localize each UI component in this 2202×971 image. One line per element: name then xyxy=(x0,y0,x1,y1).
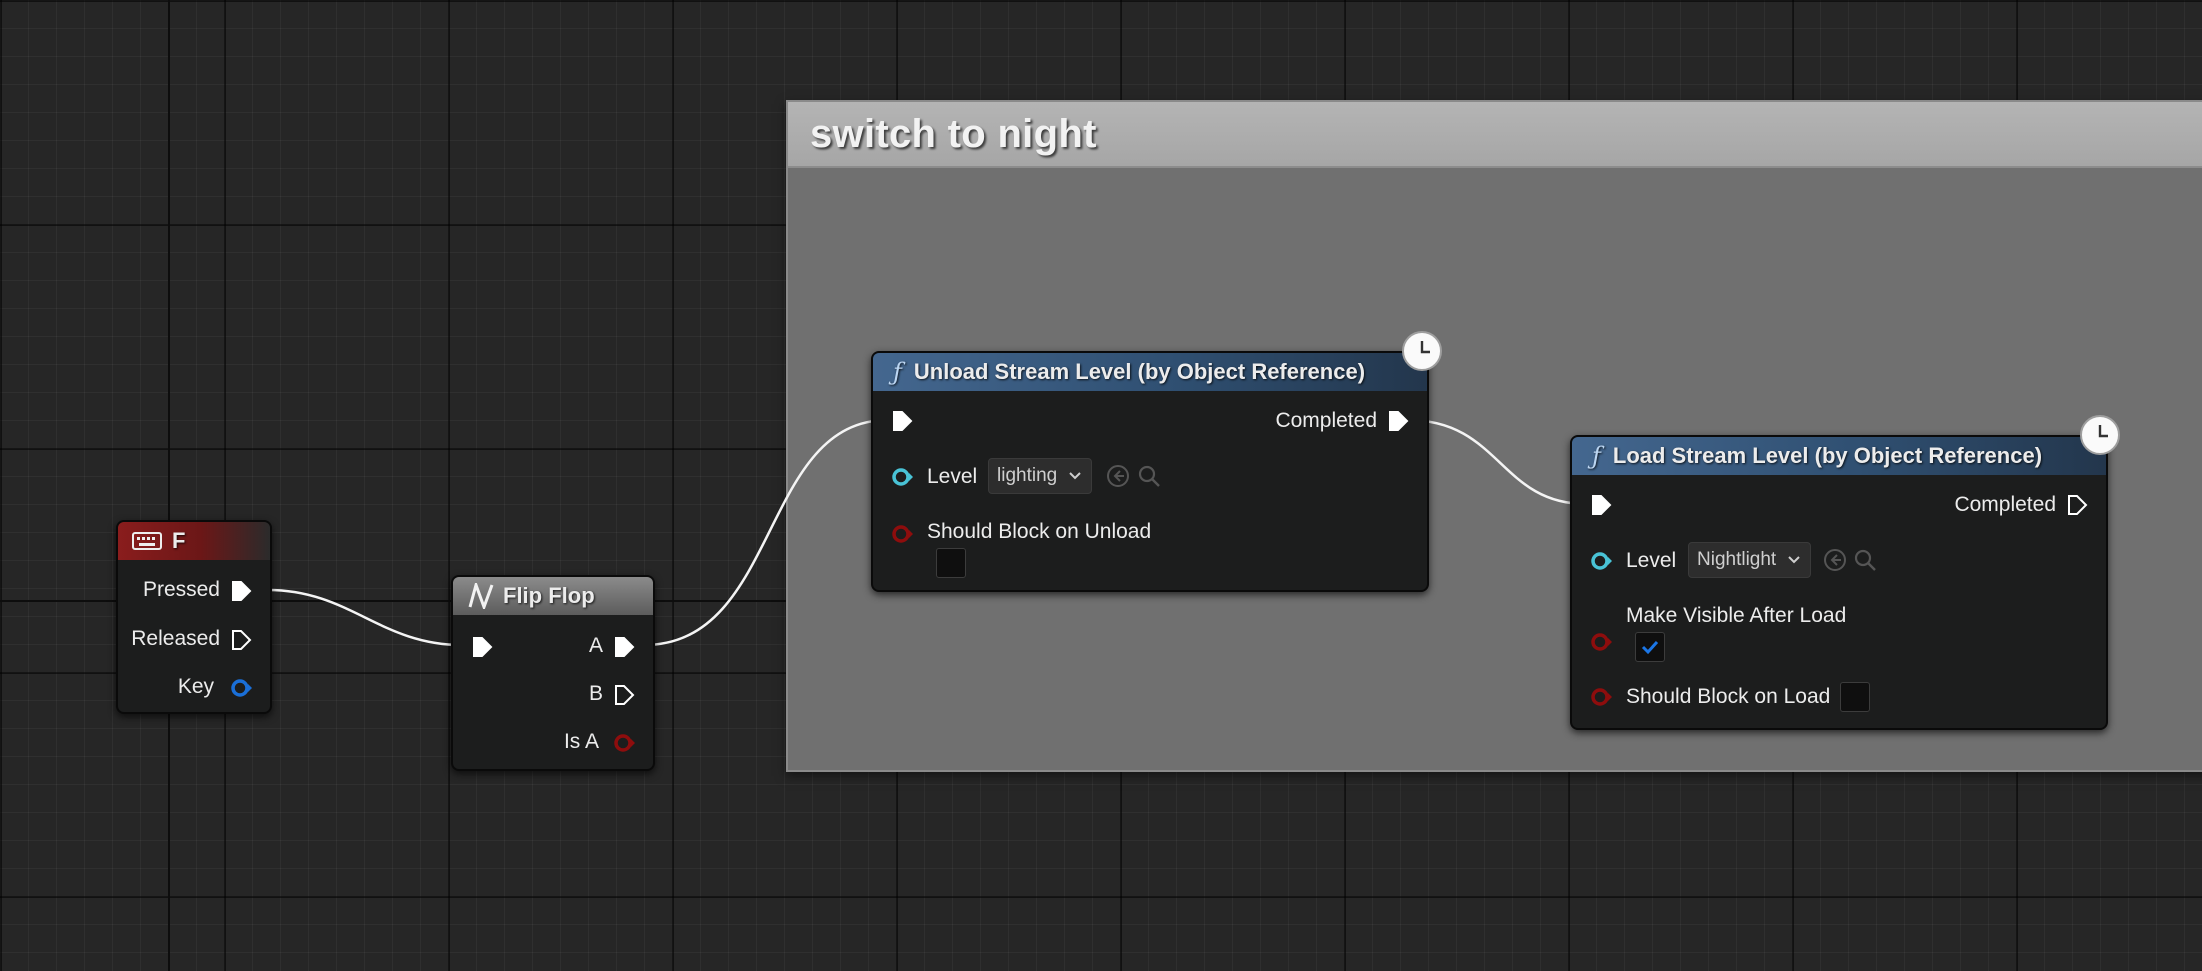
load-exec-in-pin[interactable] xyxy=(1590,494,1612,516)
unload-level-value: lighting xyxy=(997,465,1058,486)
unload-level-dropdown[interactable]: lighting xyxy=(988,458,1093,494)
keyboard-icon xyxy=(132,532,162,550)
function-icon: ƒ xyxy=(893,358,902,386)
load-make-visible-label: Make Visible After Load xyxy=(1626,604,1847,627)
unload-should-block-label: Should Block on Unload xyxy=(927,520,1152,543)
flip-flop-icon xyxy=(468,583,494,609)
clock-icon xyxy=(2080,415,2120,455)
a-pin-label: A xyxy=(588,634,603,657)
unload-level-label: Level xyxy=(927,465,978,488)
load-level-label: Level xyxy=(1626,549,1677,572)
comment-title[interactable]: switch to night xyxy=(810,112,1097,157)
is-a-bool-pin[interactable] xyxy=(613,732,635,754)
wire-pressed-to-flipflop xyxy=(267,588,463,647)
unload-should-block-checkbox[interactable] xyxy=(936,548,966,578)
unload-completed-exec-pin[interactable] xyxy=(1387,410,1409,432)
is-a-pin-label: Is A xyxy=(563,730,599,753)
key-event-node-header[interactable]: F xyxy=(118,522,270,560)
load-level-dropdown[interactable]: Nightlight xyxy=(1688,542,1812,578)
unload-completed-label: Completed xyxy=(1275,409,1377,432)
key-event-node[interactable]: F Pressed Released Key xyxy=(116,520,272,714)
b-exec-pin[interactable] xyxy=(613,684,635,706)
load-node-title: Load Stream Level (by Object Reference) xyxy=(1612,443,2043,468)
comment-header[interactable]: switch to night xyxy=(788,102,2202,168)
load-should-block-checkbox[interactable] xyxy=(1840,682,1870,712)
a-exec-pin[interactable] xyxy=(613,636,635,658)
pressed-exec-pin[interactable] xyxy=(230,580,252,602)
unload-should-block-pin[interactable] xyxy=(891,523,913,545)
unload-level-pin[interactable] xyxy=(891,466,913,488)
load-should-block-pin[interactable] xyxy=(1590,686,1612,708)
unload-exec-in-pin[interactable] xyxy=(891,410,913,432)
browse-arrow-icon[interactable] xyxy=(1105,463,1131,489)
key-event-title: F xyxy=(172,528,186,553)
released-exec-pin[interactable] xyxy=(230,629,252,651)
flip-flop-title: Flip Flop xyxy=(503,583,595,608)
flip-flop-node[interactable]: Flip Flop A B Is A xyxy=(451,575,655,771)
unload-stream-level-node[interactable]: ƒ Unload Stream Level (by Object Referen… xyxy=(871,351,1429,592)
key-data-pin[interactable] xyxy=(230,677,252,699)
key-pin-label: Key xyxy=(177,675,214,698)
unload-node-header[interactable]: ƒ Unload Stream Level (by Object Referen… xyxy=(873,353,1427,391)
load-completed-label: Completed xyxy=(1954,493,2056,516)
search-icon[interactable] xyxy=(1136,463,1162,489)
flip-flop-node-header[interactable]: Flip Flop xyxy=(453,577,653,615)
load-make-visible-pin[interactable] xyxy=(1590,631,1612,653)
unload-node-title: Unload Stream Level (by Object Reference… xyxy=(913,359,1366,384)
load-stream-level-node[interactable]: ƒ Load Stream Level (by Object Reference… xyxy=(1570,435,2108,730)
clock-icon xyxy=(1402,331,1442,371)
pressed-pin-label: Pressed xyxy=(142,578,220,601)
load-completed-exec-pin[interactable] xyxy=(2066,494,2088,516)
chevron-down-icon xyxy=(1069,472,1081,480)
graph-origin-vertical-line xyxy=(168,0,170,971)
load-level-pin[interactable] xyxy=(1590,550,1612,572)
b-pin-label: B xyxy=(588,682,603,705)
load-make-visible-checkbox[interactable] xyxy=(1635,632,1665,662)
checkmark-icon xyxy=(1641,640,1659,655)
chevron-down-icon xyxy=(1788,556,1800,564)
flip-flop-exec-in-pin[interactable] xyxy=(471,636,493,658)
load-should-block-label: Should Block on Load xyxy=(1626,685,1831,708)
load-level-value: Nightlight xyxy=(1697,549,1777,570)
released-pin-label: Released xyxy=(131,627,220,650)
search-icon[interactable] xyxy=(1852,547,1878,573)
browse-arrow-icon[interactable] xyxy=(1822,547,1848,573)
function-icon: ƒ xyxy=(1592,442,1601,470)
load-node-header[interactable]: ƒ Load Stream Level (by Object Reference… xyxy=(1572,437,2106,475)
